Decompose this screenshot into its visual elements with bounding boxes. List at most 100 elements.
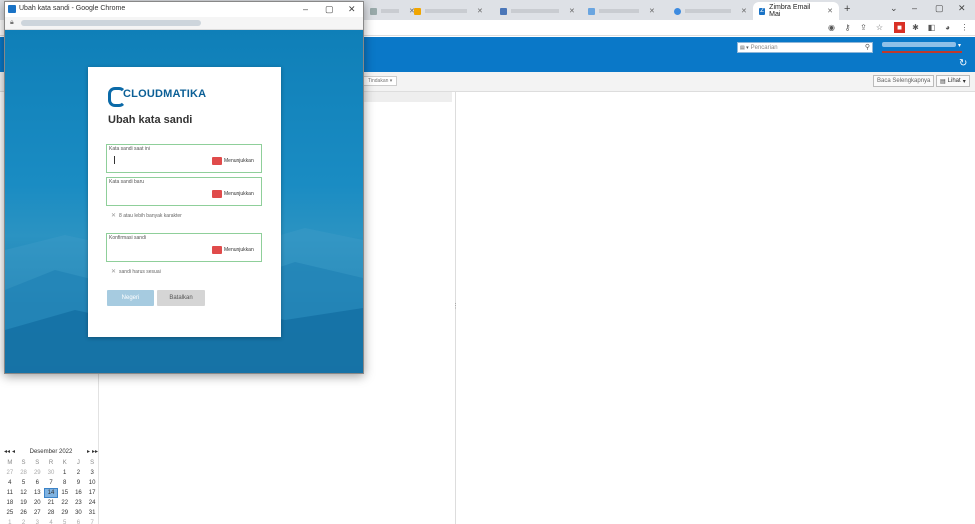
- calendar-day[interactable]: 6: [30, 478, 44, 488]
- share-icon[interactable]: ⇪: [858, 22, 869, 33]
- blurred-tab-title: [425, 9, 467, 13]
- calendar-day[interactable]: 13: [30, 488, 44, 498]
- sidebar-icon[interactable]: ◧: [926, 22, 937, 33]
- calendar-weekday: S: [35, 460, 40, 466]
- calendar-day[interactable]: 31: [85, 508, 99, 518]
- minimize-button[interactable]: –: [912, 3, 917, 13]
- browser-tab[interactable]: ✕: [668, 2, 753, 20]
- read-more-button[interactable]: Baca Selengkapnya: [873, 75, 935, 87]
- calendar-day[interactable]: 11: [3, 488, 17, 498]
- calendar-day[interactable]: 27: [30, 508, 44, 518]
- calendar-day[interactable]: 12: [17, 488, 31, 498]
- lock-icon[interactable]: 🔒︎: [10, 19, 14, 27]
- calendar-day[interactable]: 3: [85, 468, 99, 478]
- confirm-password-input[interactable]: [109, 243, 209, 260]
- calendar-day[interactable]: 1: [58, 468, 72, 478]
- new-tab-button[interactable]: +: [844, 3, 850, 15]
- browser-tab[interactable]: ✕: [408, 2, 489, 20]
- calendar-day[interactable]: 26: [17, 508, 31, 518]
- puzzle-icon[interactable]: ✱: [910, 22, 921, 33]
- calendar-month-label: Desember 2022: [29, 448, 73, 455]
- calendar-day[interactable]: 2: [72, 468, 86, 478]
- close-icon[interactable]: ✕: [477, 7, 483, 15]
- new-password-input[interactable]: [109, 187, 209, 204]
- new-password-field: Kata sandi baru Menunjukkan: [106, 177, 262, 206]
- maximize-button[interactable]: ▢: [935, 3, 944, 14]
- view-button[interactable]: ▤ Lihat ▾: [936, 75, 970, 87]
- search-scope-icon[interactable]: ▤ ▾: [740, 45, 749, 51]
- calendar-day[interactable]: 3: [30, 518, 44, 524]
- refresh-icon[interactable]: ↻: [959, 58, 967, 69]
- calendar-day-today[interactable]: 14: [44, 488, 58, 498]
- calendar-day[interactable]: 16: [72, 488, 86, 498]
- show-confirm-password-button[interactable]: Menunjukkan: [212, 246, 254, 254]
- cancel-button[interactable]: Batalkan: [157, 290, 205, 306]
- calendar-day[interactable]: 6: [72, 518, 86, 524]
- search-input[interactable]: ▤ ▾ Pencarian ⚲: [737, 42, 873, 53]
- calendar-day[interactable]: 29: [30, 468, 44, 478]
- calendar-day[interactable]: 8: [58, 478, 72, 488]
- tab-favicon-icon: [370, 7, 377, 15]
- next-year-button[interactable]: ▸▸: [91, 448, 99, 455]
- calendar-day[interactable]: 4: [44, 518, 58, 524]
- show-password-label: Menunjukkan: [224, 158, 254, 164]
- search-icon[interactable]: ⚲: [865, 43, 870, 51]
- calendar-day[interactable]: 19: [17, 498, 31, 508]
- browser-tab[interactable]: ✕: [494, 2, 581, 20]
- show-current-password-button[interactable]: Menunjukkan: [212, 157, 254, 165]
- cloudmatika-logo: CLOUDMATIKA: [108, 87, 206, 107]
- calendar-day[interactable]: 2: [17, 518, 31, 524]
- calendar-day[interactable]: 5: [58, 518, 72, 524]
- popup-maximize-button[interactable]: ▢: [325, 4, 334, 15]
- menu-dots-icon[interactable]: ⋮: [959, 22, 970, 33]
- bookmark-star-icon[interactable]: ☆: [874, 22, 885, 33]
- popup-close-button[interactable]: ✕: [348, 4, 356, 15]
- calendar-day[interactable]: 7: [44, 478, 58, 488]
- tab-search-icon[interactable]: ⌄: [890, 3, 898, 14]
- close-icon[interactable]: ✕: [649, 7, 655, 15]
- calendar-day[interactable]: 22: [58, 498, 72, 508]
- calendar-day[interactable]: 25: [3, 508, 17, 518]
- calendar-day[interactable]: 17: [85, 488, 99, 498]
- calendar-day[interactable]: 7: [85, 518, 99, 524]
- calendar-day[interactable]: 21: [44, 498, 58, 508]
- calendar-day[interactable]: 28: [17, 468, 31, 478]
- prev-year-button[interactable]: ◂◂: [3, 448, 11, 455]
- screen: ✕ ✕ ✕ ✕ ✕ Z Zimbra Email Mai ✕ + ⌄ – ▢ ✕ ◉…: [0, 0, 975, 524]
- browser-tab[interactable]: ✕: [582, 2, 661, 20]
- calendar-day[interactable]: 27: [3, 468, 17, 478]
- browser-tab-active[interactable]: Z Zimbra Email Mai ✕: [753, 2, 839, 20]
- popup-minimize-button[interactable]: –: [303, 4, 308, 14]
- profile-icon[interactable]: ◕: [942, 22, 953, 33]
- tab-favicon-icon: [414, 7, 421, 15]
- calendar-day[interactable]: 20: [30, 498, 44, 508]
- action-dropdown[interactable]: Tindakan ▾: [363, 76, 398, 86]
- calendar-day[interactable]: 28: [44, 508, 58, 518]
- show-new-password-button[interactable]: Menunjukkan: [212, 190, 254, 198]
- calendar-day[interactable]: 1: [3, 518, 17, 524]
- popup-address-bar[interactable]: 🔒︎: [5, 17, 363, 30]
- extension-icon[interactable]: ■: [894, 22, 905, 33]
- calendar-day[interactable]: 5: [17, 478, 31, 488]
- current-password-input[interactable]: [109, 154, 209, 171]
- pane-resize-handle[interactable]: ⋮: [452, 302, 459, 310]
- user-account-menu[interactable]: ▾: [882, 42, 964, 53]
- calendar-day[interactable]: 18: [3, 498, 17, 508]
- close-icon[interactable]: ✕: [827, 7, 833, 15]
- close-window-button[interactable]: ✕: [958, 3, 966, 14]
- key-icon[interactable]: ⚷: [842, 22, 853, 33]
- calendar-weekday: S: [21, 460, 26, 466]
- calendar-day[interactable]: 15: [58, 488, 72, 498]
- submit-button[interactable]: Negeri: [107, 290, 154, 306]
- calendar-day[interactable]: 9: [72, 478, 86, 488]
- calendar-day[interactable]: 10: [85, 478, 99, 488]
- calendar-day[interactable]: 30: [44, 468, 58, 478]
- calendar-day[interactable]: 24: [85, 498, 99, 508]
- calendar-day[interactable]: 29: [58, 508, 72, 518]
- location-icon[interactable]: ◉: [826, 22, 837, 33]
- close-icon[interactable]: ✕: [569, 7, 575, 15]
- calendar-day[interactable]: 23: [72, 498, 86, 508]
- calendar-day[interactable]: 4: [3, 478, 17, 488]
- close-icon[interactable]: ✕: [741, 7, 747, 15]
- calendar-day[interactable]: 30: [72, 508, 86, 518]
